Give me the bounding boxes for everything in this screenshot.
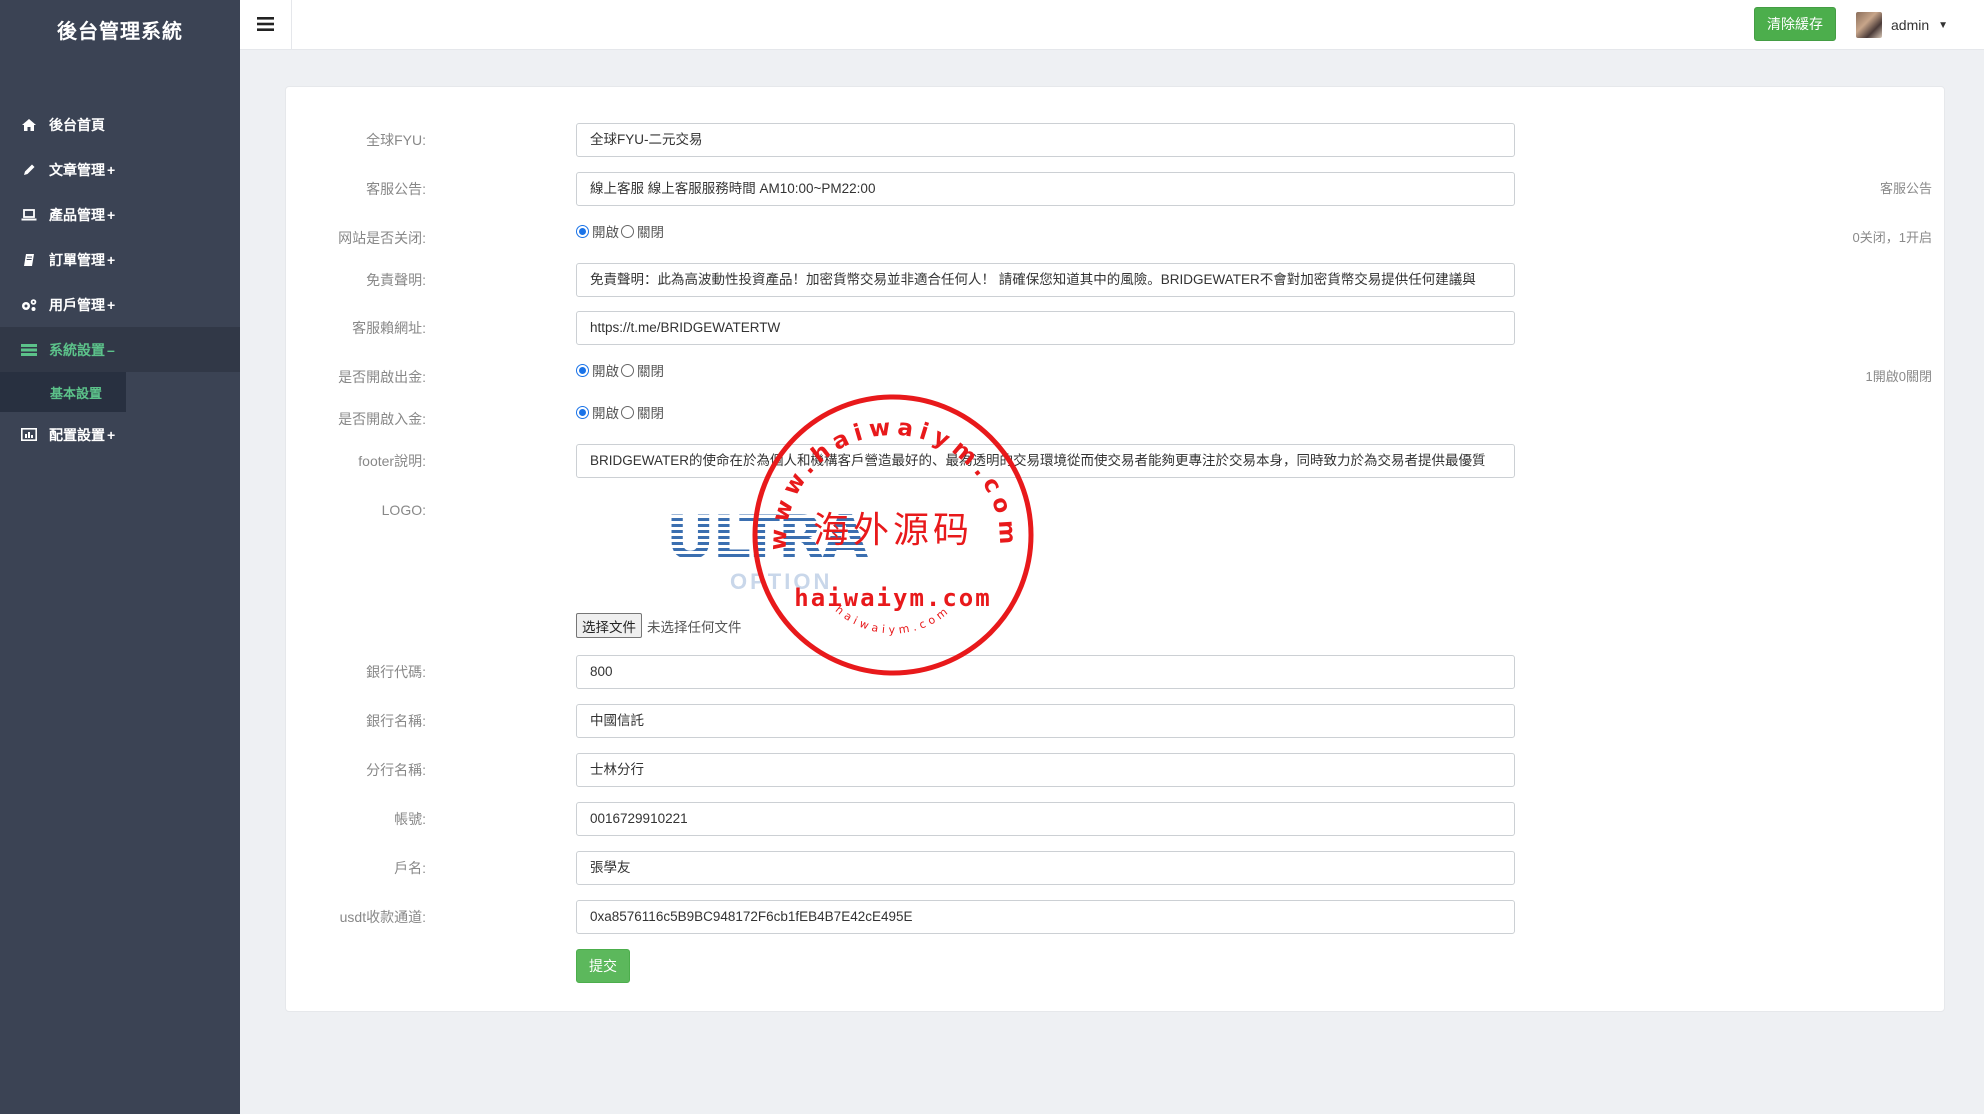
radio-checked[interactable] <box>576 224 589 238</box>
holder-input[interactable]: 張學友 <box>576 851 1515 885</box>
notice-input[interactable]: 線上客服 線上客服服務時間 AM10:00~PM22:00 <box>576 172 1515 206</box>
clear-cache-button[interactable]: 清除緩存 <box>1754 7 1836 41</box>
account-label: 帳號: <box>394 811 426 827</box>
book-icon <box>20 253 38 267</box>
footer-input[interactable]: BRIDGEWATER的使命在於為個人和機構客戶營造最好的、最為透明的交易環境從… <box>576 444 1515 478</box>
avatar <box>1856 12 1882 38</box>
deposit-label: 是否開啟入金: <box>338 411 426 427</box>
radio-checked[interactable] <box>576 363 589 377</box>
withdraw-radio-off[interactable]: 關閉 <box>621 360 664 380</box>
sidebar-item-label: 用戶管理 <box>49 296 105 313</box>
hamburger-icon <box>257 16 274 34</box>
withdraw-help-text: 1開啟0關閉 <box>1865 369 1932 384</box>
site-name-input[interactable]: 全球FYU-二元交易 <box>576 123 1515 157</box>
gears-icon <box>20 298 38 312</box>
top-navbar: 清除緩存 admin ▼ <box>240 0 1984 50</box>
bank-code-input[interactable]: 800 <box>576 655 1515 689</box>
deposit-radio-off[interactable]: 關閉 <box>621 402 664 422</box>
sidebar-item-label: 配置設置 <box>49 426 105 443</box>
expand-indicator: + <box>107 206 116 223</box>
withdraw-radio-on[interactable]: 開啟 <box>576 360 619 380</box>
site-closed-radio-group: 開啟 關閉 <box>576 214 666 248</box>
settings-form-panel: 全球FYU: 全球FYU-二元交易 客服公告: 線上客服 線上客服服務時間 AM… <box>285 86 1945 1012</box>
logo-preview-image: ULTRA OPTION <box>666 507 906 607</box>
sidebar: 後台管理系統 後台首頁 文章管理 + 產品管理 + 訂單管理 + 用戶管理 + … <box>0 0 240 1114</box>
sidebar-subitem-basic-settings[interactable]: 基本設置 <box>0 372 126 412</box>
radio-unchecked[interactable] <box>621 363 634 377</box>
sidebar-item-orders[interactable]: 訂單管理 + <box>0 237 240 282</box>
choose-file-button[interactable]: 选择文件 <box>576 613 642 638</box>
radio-unchecked[interactable] <box>621 224 634 238</box>
radio-label: 關閉 <box>637 225 664 240</box>
pencil-icon <box>20 163 38 177</box>
service-url-input[interactable]: https://t.me/BRIDGEWATERTW <box>576 311 1515 345</box>
sidebar-item-users[interactable]: 用戶管理 + <box>0 282 240 327</box>
site-closed-label: 网站是否关闭: <box>338 230 426 246</box>
withdraw-label: 是否開啟出金: <box>338 369 426 385</box>
list-icon <box>20 343 38 357</box>
expand-indicator: + <box>107 161 116 178</box>
app-title: 後台管理系統 <box>57 20 183 43</box>
withdraw-radio-group: 開啟 關閉 <box>576 353 666 387</box>
site-closed-radio-on[interactable]: 開啟 <box>576 221 619 241</box>
expand-indicator: + <box>107 296 116 313</box>
submit-button[interactable]: 提交 <box>576 949 630 983</box>
logo-subtitle: OPTION <box>730 569 833 594</box>
logo-file-upload: 选择文件 未选择任何文件 <box>576 613 742 638</box>
sidebar-item-label: 產品管理 <box>49 206 105 223</box>
sidebar-item-config[interactable]: 配置設置 + <box>0 412 240 457</box>
branch-label: 分行名稱: <box>366 762 426 778</box>
user-name: admin <box>1891 17 1930 33</box>
holder-label: 戶名: <box>394 860 426 876</box>
sidebar-item-label: 訂單管理 <box>49 251 105 268</box>
logo-label: LOGO: <box>381 502 426 518</box>
notice-help-text: 客服公告 <box>1879 181 1932 196</box>
disclaimer-input[interactable]: 免責聲明：此為高波動性投資產品！加密貨幣交易並非適合任何人！ 請確保您知道其中的… <box>576 263 1515 297</box>
account-input[interactable]: 0016729910221 <box>576 802 1515 836</box>
notice-label: 客服公告: <box>366 181 426 197</box>
radio-label: 關閉 <box>637 364 664 379</box>
laptop-icon <box>20 208 38 222</box>
branch-input[interactable]: 士林分行 <box>576 753 1515 787</box>
sidebar-item-products[interactable]: 產品管理 + <box>0 192 240 237</box>
expand-indicator: + <box>107 426 116 443</box>
bank-name-label: 銀行名稱: <box>366 713 426 729</box>
radio-label: 開啟 <box>592 225 619 240</box>
usdt-label: usdt收款通道: <box>339 909 426 925</box>
deposit-radio-group: 開啟 關閉 <box>576 395 666 429</box>
sidebar-item-system-settings[interactable]: 系統設置 – <box>0 327 240 372</box>
radio-unchecked[interactable] <box>621 405 634 419</box>
home-icon <box>20 118 38 132</box>
sidebar-item-articles[interactable]: 文章管理 + <box>0 147 240 192</box>
file-status-text: 未选择任何文件 <box>647 619 742 635</box>
user-menu[interactable]: admin ▼ <box>1856 0 1948 50</box>
deposit-radio-on[interactable]: 開啟 <box>576 402 619 422</box>
bank-code-label: 銀行代碼: <box>366 664 426 680</box>
sidebar-item-label: 系統設置 <box>49 341 105 358</box>
radio-label: 開啟 <box>592 364 619 379</box>
sidebar-item-home[interactable]: 後台首頁 <box>0 102 240 147</box>
sidebar-item-label: 文章管理 <box>49 161 105 178</box>
radio-label: 開啟 <box>592 406 619 421</box>
sidebar-menu: 後台首頁 文章管理 + 產品管理 + 訂單管理 + 用戶管理 + 系統設置 – … <box>0 102 240 457</box>
bank-name-input[interactable]: 中國信託 <box>576 704 1515 738</box>
radio-label: 關閉 <box>637 406 664 421</box>
footer-label: footer說明: <box>358 453 426 469</box>
expand-indicator: + <box>107 251 116 268</box>
sidebar-toggle-button[interactable] <box>240 0 292 50</box>
logo-wordmark: ULTRA <box>666 507 906 569</box>
sidebar-item-label: 後台首頁 <box>49 116 105 133</box>
radio-checked[interactable] <box>576 405 589 419</box>
site-closed-help-text: 0关闭，1开启 <box>1852 230 1932 245</box>
usdt-input[interactable]: 0xa8576116c5B9BC948172F6cb1fEB4B7E42cE49… <box>576 900 1515 934</box>
collapse-indicator: – <box>107 341 115 358</box>
site-name-label: 全球FYU: <box>366 132 426 148</box>
disclaimer-label: 免責聲明: <box>366 272 426 288</box>
caret-down-icon: ▼ <box>1938 19 1949 31</box>
site-closed-radio-off[interactable]: 關閉 <box>621 221 664 241</box>
chart-icon <box>20 428 38 442</box>
service-url-label: 客服賴網址: <box>352 320 426 336</box>
